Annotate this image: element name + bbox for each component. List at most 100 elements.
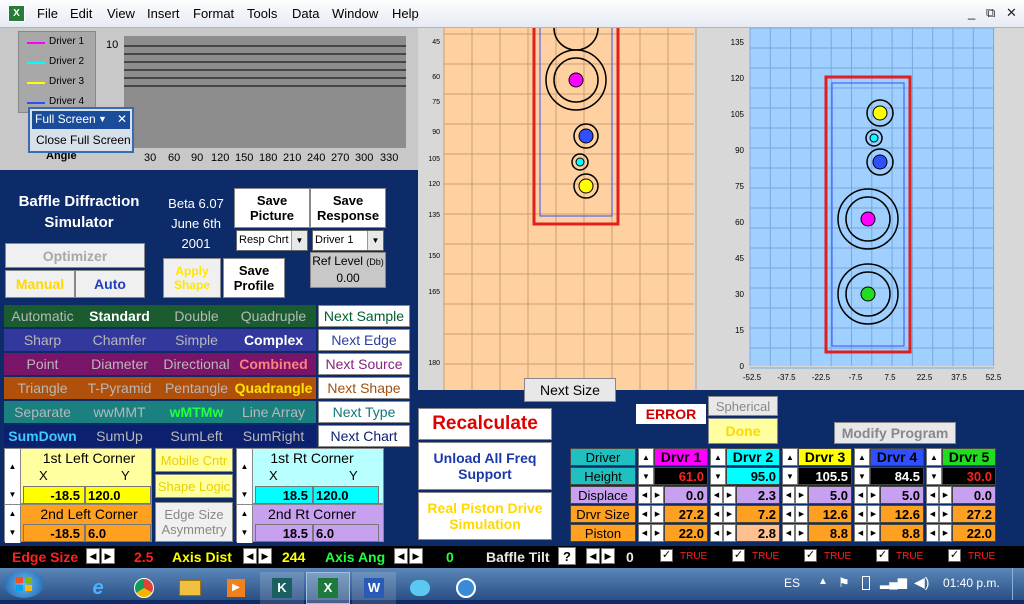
apply-shape-button[interactable]: Apply Shape	[163, 258, 221, 298]
ie-icon[interactable]: e	[76, 572, 120, 604]
next-option-button[interactable]: Next Sample	[318, 305, 410, 327]
driver-size-value[interactable]: 27.2	[664, 505, 708, 523]
spin-left-icon[interactable]: ◀	[710, 486, 723, 504]
spin-right-icon[interactable]: ▶	[867, 505, 880, 523]
next-option-button[interactable]: Next Chart	[318, 425, 410, 447]
save-picture-button[interactable]: Save Picture	[234, 188, 310, 228]
spin-right-icon[interactable]: ▶	[651, 486, 664, 504]
auto-button[interactable]: Auto	[75, 270, 145, 298]
next-option-button[interactable]: Next Shape	[318, 377, 410, 399]
second-left-x-value[interactable]: -18.5	[23, 524, 85, 542]
driver-displace-value[interactable]: 0.0	[952, 486, 996, 504]
option-item[interactable]: Combined	[235, 353, 312, 375]
spherical-button[interactable]: Spherical	[708, 396, 778, 416]
next-option-button[interactable]: Next Type	[318, 401, 410, 423]
recalculate-button[interactable]: Recalculate	[418, 408, 552, 440]
driver-piston-value[interactable]: 8.8	[808, 524, 852, 542]
save-response-button[interactable]: Save Response	[310, 188, 386, 228]
spin-down-icon[interactable]: ▼	[782, 467, 798, 485]
option-item[interactable]: SumLeft	[158, 425, 235, 447]
spin-right-icon[interactable]: ▶	[795, 505, 808, 523]
spin-up-icon[interactable]: ▲	[926, 448, 942, 466]
spin-left-icon[interactable]: ◀	[394, 548, 408, 564]
spin-left-icon[interactable]: ◀	[638, 505, 651, 523]
second-right-y-value[interactable]: 6.0	[313, 524, 379, 542]
spin-down-icon[interactable]: ▼	[5, 485, 21, 505]
driver-size-value[interactable]: 12.6	[880, 505, 924, 523]
driver-displace-value[interactable]: 0.0	[664, 486, 708, 504]
language-indicator[interactable]: ES	[784, 576, 800, 590]
signal-icon[interactable]: ▂▄▆	[880, 575, 907, 589]
driver-select[interactable]: Driver 1 ▼	[312, 230, 384, 251]
driver-height-value[interactable]: 84.5	[870, 467, 924, 485]
spin-right-icon[interactable]: ▶	[867, 524, 880, 542]
spin-down-icon[interactable]: ▼	[5, 523, 21, 543]
spin-right-icon[interactable]: ▶	[601, 548, 615, 564]
spin-right-icon[interactable]: ▶	[795, 486, 808, 504]
driver-size-value[interactable]: 12.6	[808, 505, 852, 523]
first-left-x-value[interactable]: -18.5	[23, 486, 85, 504]
tray-arrow-icon[interactable]: ▲	[818, 576, 828, 587]
option-item[interactable]: Sharp	[4, 329, 81, 351]
option-item[interactable]: Pentangle	[158, 377, 235, 399]
menu-view[interactable]: View	[107, 6, 135, 21]
option-item[interactable]: T-Pyramid	[81, 377, 158, 399]
spin-right-icon[interactable]: ▶	[723, 505, 736, 523]
spin-right-icon[interactable]: ▶	[723, 486, 736, 504]
driver-height-value[interactable]: 61.0	[654, 467, 708, 485]
option-item[interactable]: Directional	[158, 353, 235, 375]
menu-insert[interactable]: Insert	[147, 6, 180, 21]
spin-right-icon[interactable]: ▶	[867, 486, 880, 504]
excel-icon[interactable]: X	[306, 572, 350, 604]
spin-right-icon[interactable]: ▶	[795, 524, 808, 542]
option-item[interactable]: Point	[4, 353, 81, 375]
option-item[interactable]: Separate	[4, 401, 81, 423]
driver-displace-value[interactable]: 2.3	[736, 486, 780, 504]
spin-left-icon[interactable]: ◀	[782, 505, 795, 523]
option-item[interactable]: wwMMT	[81, 401, 158, 423]
menu-tools[interactable]: Tools	[247, 6, 277, 21]
word-icon[interactable]: W	[352, 572, 396, 604]
restore-button[interactable]: ⧉	[986, 5, 995, 21]
spin-left-icon[interactable]: ◀	[86, 548, 100, 564]
explorer-icon[interactable]	[168, 572, 212, 604]
enable-checkbox[interactable]: ✓	[804, 549, 817, 562]
first-left-y-value[interactable]: 120.0	[85, 486, 151, 504]
spin-left-icon[interactable]: ◀	[782, 524, 795, 542]
chrome-icon[interactable]	[122, 572, 166, 604]
chevron-down-icon[interactable]: ▼	[367, 231, 383, 250]
option-item[interactable]: SumUp	[81, 425, 158, 447]
spin-down-icon[interactable]: ▼	[638, 467, 654, 485]
spin-left-icon[interactable]: ◀	[854, 524, 867, 542]
option-item[interactable]: Standard	[81, 305, 158, 327]
option-item[interactable]: SumDown	[4, 425, 81, 447]
second-left-y-value[interactable]: 6.0	[85, 524, 151, 542]
driver-piston-value[interactable]: 22.0	[664, 524, 708, 542]
spin-left-icon[interactable]: ◀	[782, 486, 795, 504]
spin-down-icon[interactable]: ▼	[237, 523, 253, 543]
help-button[interactable]: ?	[558, 547, 576, 565]
save-profile-button[interactable]: Save Profile	[223, 258, 285, 298]
option-item[interactable]: Double	[158, 305, 235, 327]
menu-format[interactable]: Format	[193, 6, 234, 21]
network-app-icon[interactable]	[444, 572, 488, 604]
shape-logic-button[interactable]: Shape Logic	[155, 474, 233, 498]
fullscreen-titlebar[interactable]: Full Screen ▼ ✕	[32, 111, 130, 129]
volume-icon[interactable]: ◀)	[914, 574, 929, 591]
spin-up-icon[interactable]: ▲	[710, 448, 726, 466]
spin-left-icon[interactable]: ◀	[854, 486, 867, 504]
battery-icon[interactable]	[862, 576, 870, 590]
spin-right-icon[interactable]: ▶	[409, 548, 423, 564]
spin-up-icon[interactable]: ▲	[782, 448, 798, 466]
menu-data[interactable]: Data	[292, 6, 319, 21]
driver-height-value[interactable]: 30.0	[942, 467, 996, 485]
k-app-icon[interactable]: K	[260, 572, 304, 604]
menu-edit[interactable]: Edit	[70, 6, 92, 21]
spin-right-icon[interactable]: ▶	[723, 524, 736, 542]
spin-right-icon[interactable]: ▶	[101, 548, 115, 564]
enable-checkbox[interactable]: ✓	[660, 549, 673, 562]
spin-down-icon[interactable]: ▼	[854, 467, 870, 485]
manual-button[interactable]: Manual	[5, 270, 75, 298]
spin-left-icon[interactable]: ◀	[926, 486, 939, 504]
unload-all-freq-support-button[interactable]: Unload All Freq Support	[418, 442, 552, 490]
